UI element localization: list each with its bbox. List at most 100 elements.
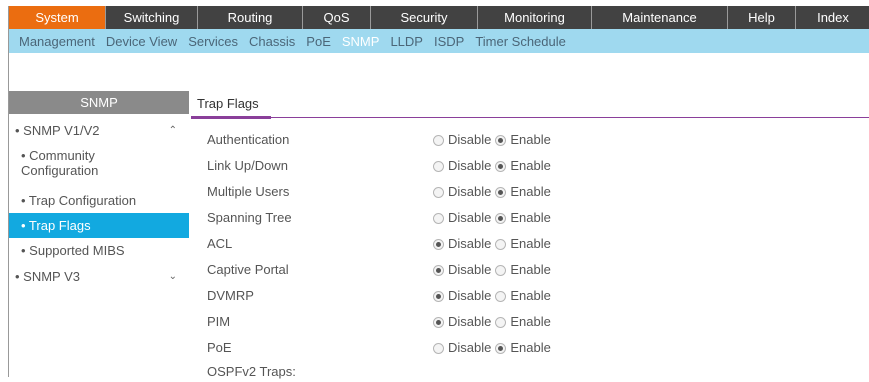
tab-index[interactable]: Index — [796, 6, 869, 29]
trap-flag-row: Link Up/Down Disable Enable — [207, 156, 847, 176]
tab-divider — [191, 117, 869, 118]
disable-radio[interactable] — [433, 342, 444, 354]
sidebar-item-snmp-v3[interactable]: • SNMP V3 ⌄ — [9, 264, 189, 290]
disable-radio[interactable] — [433, 134, 444, 146]
trap-flag-row: Spanning Tree Disable Enable — [207, 208, 847, 228]
sidebar-item-label: • SNMP V3 — [15, 269, 80, 284]
enable-radio[interactable] — [495, 186, 507, 198]
disable-radio[interactable] — [433, 290, 444, 302]
enable-label: Enable — [510, 236, 551, 251]
disable-radio[interactable] — [433, 160, 444, 172]
trap-flag-label: Spanning Tree — [207, 210, 292, 225]
subnav-poe[interactable]: PoE — [306, 34, 331, 49]
trap-flag-label: ACL — [207, 236, 233, 251]
enable-label: Enable — [510, 314, 551, 329]
tab-security[interactable]: Security — [371, 6, 478, 29]
sidebar-item-community-configuration[interactable]: • Community Configuration — [9, 144, 189, 188]
trap-flag-row: DVMRP Disable Enable — [207, 286, 847, 306]
sidebar-item-supported-mibs[interactable]: • Supported MIBS — [9, 238, 189, 264]
sidebar-item-trap-configuration[interactable]: • Trap Configuration — [9, 188, 189, 213]
disable-radio[interactable] — [433, 316, 444, 328]
trap-flag-radio-group: Disable Enable — [433, 286, 555, 306]
enable-label: Enable — [510, 210, 551, 225]
sidebar: SNMP • SNMP V1/V2 ⌃ • Community Configur… — [9, 91, 189, 290]
disable-radio[interactable] — [433, 212, 444, 224]
disable-label: Disable — [448, 262, 492, 277]
chevron-down-icon: ⌄ — [168, 271, 177, 282]
enable-label: Enable — [510, 132, 551, 147]
subnav-isdp[interactable]: ISDP — [434, 34, 464, 49]
trap-flag-radio-group: Disable Enable — [433, 312, 555, 332]
trap-flag-radio-group: Disable Enable — [433, 156, 555, 176]
enable-radio[interactable] — [495, 342, 507, 354]
tab-help[interactable]: Help — [728, 6, 796, 29]
disable-label: Disable — [448, 340, 492, 355]
ospfv2-traps-heading: OSPFv2 Traps: — [207, 362, 847, 382]
disable-radio[interactable] — [433, 186, 444, 198]
sidebar-item-trap-flags[interactable]: • Trap Flags — [9, 213, 189, 238]
app-frame: System Switching Routing QoS Security Mo… — [8, 6, 869, 379]
tab-system[interactable]: System — [9, 6, 106, 29]
sidebar-title: SNMP — [9, 91, 189, 114]
trap-flag-radio-group: Disable Enable — [433, 338, 555, 358]
sub-navigation: Management Device View Services Chassis … — [9, 29, 869, 53]
disable-label: Disable — [448, 184, 492, 199]
sidebar-item-snmp-v1v2[interactable]: • SNMP V1/V2 ⌃ — [9, 118, 189, 144]
disable-label: Disable — [448, 314, 492, 329]
tab-monitoring[interactable]: Monitoring — [478, 6, 592, 29]
trap-flag-label: Link Up/Down — [207, 158, 288, 173]
enable-radio[interactable] — [495, 134, 507, 146]
disable-label: Disable — [448, 210, 492, 225]
enable-radio[interactable] — [495, 212, 507, 224]
trap-flag-label: PoE — [207, 340, 232, 355]
enable-label: Enable — [510, 340, 551, 355]
chevron-up-icon: ⌃ — [168, 125, 177, 136]
trap-flag-radio-group: Disable Enable — [433, 208, 555, 228]
trap-flag-label: Captive Portal — [207, 262, 289, 277]
trap-flag-label: Authentication — [207, 132, 290, 147]
subnav-timer-schedule[interactable]: Timer Schedule — [475, 34, 566, 49]
trap-flag-radio-group: Disable Enable — [433, 182, 555, 202]
trap-flag-row: Multiple Users Disable Enable — [207, 182, 847, 202]
subnav-management[interactable]: Management — [19, 34, 95, 49]
top-navigation: System Switching Routing QoS Security Mo… — [9, 6, 869, 29]
disable-radio[interactable] — [433, 238, 444, 250]
trap-flag-radio-group: Disable Enable — [433, 234, 555, 254]
enable-label: Enable — [510, 184, 551, 199]
subnav-chassis[interactable]: Chassis — [249, 34, 295, 49]
subnav-lldp[interactable]: LLDP — [390, 34, 423, 49]
enable-label: Enable — [510, 158, 551, 173]
enable-radio[interactable] — [495, 160, 507, 172]
enable-label: Enable — [510, 262, 551, 277]
trap-flag-radio-group: Disable Enable — [433, 130, 555, 150]
enable-label: Enable — [510, 288, 551, 303]
ospfv2-traps-label: OSPFv2 Traps: — [207, 364, 296, 379]
tab-maintenance[interactable]: Maintenance — [592, 6, 728, 29]
disable-label: Disable — [448, 288, 492, 303]
active-tab-indicator — [191, 116, 271, 119]
trap-flag-row: Captive Portal Disable Enable — [207, 260, 847, 280]
enable-radio[interactable] — [495, 316, 507, 328]
trap-flag-row: PIM Disable Enable — [207, 312, 847, 332]
disable-label: Disable — [448, 132, 492, 147]
enable-radio[interactable] — [495, 290, 507, 302]
trap-flag-radio-group: Disable Enable — [433, 260, 555, 280]
tab-routing[interactable]: Routing — [198, 6, 303, 29]
trap-flag-label: PIM — [207, 314, 231, 329]
disable-label: Disable — [448, 236, 492, 251]
tab-qos[interactable]: QoS — [303, 6, 371, 29]
subnav-services[interactable]: Services — [188, 34, 238, 49]
trap-flag-row: Authentication Disable Enable — [207, 130, 847, 150]
trap-flag-row: PoE Disable Enable — [207, 338, 847, 358]
subnav-device-view[interactable]: Device View — [106, 34, 177, 49]
sidebar-item-label: • SNMP V1/V2 — [15, 123, 100, 138]
subnav-snmp[interactable]: SNMP — [342, 34, 380, 49]
disable-radio[interactable] — [433, 264, 444, 276]
enable-radio[interactable] — [495, 238, 507, 250]
trap-flag-row: ACL Disable Enable — [207, 234, 847, 254]
trap-flag-label: Multiple Users — [207, 184, 290, 199]
disable-label: Disable — [448, 158, 492, 173]
tab-switching[interactable]: Switching — [106, 6, 198, 29]
tab-trap-flags[interactable]: Trap Flags — [197, 92, 259, 116]
enable-radio[interactable] — [495, 264, 507, 276]
